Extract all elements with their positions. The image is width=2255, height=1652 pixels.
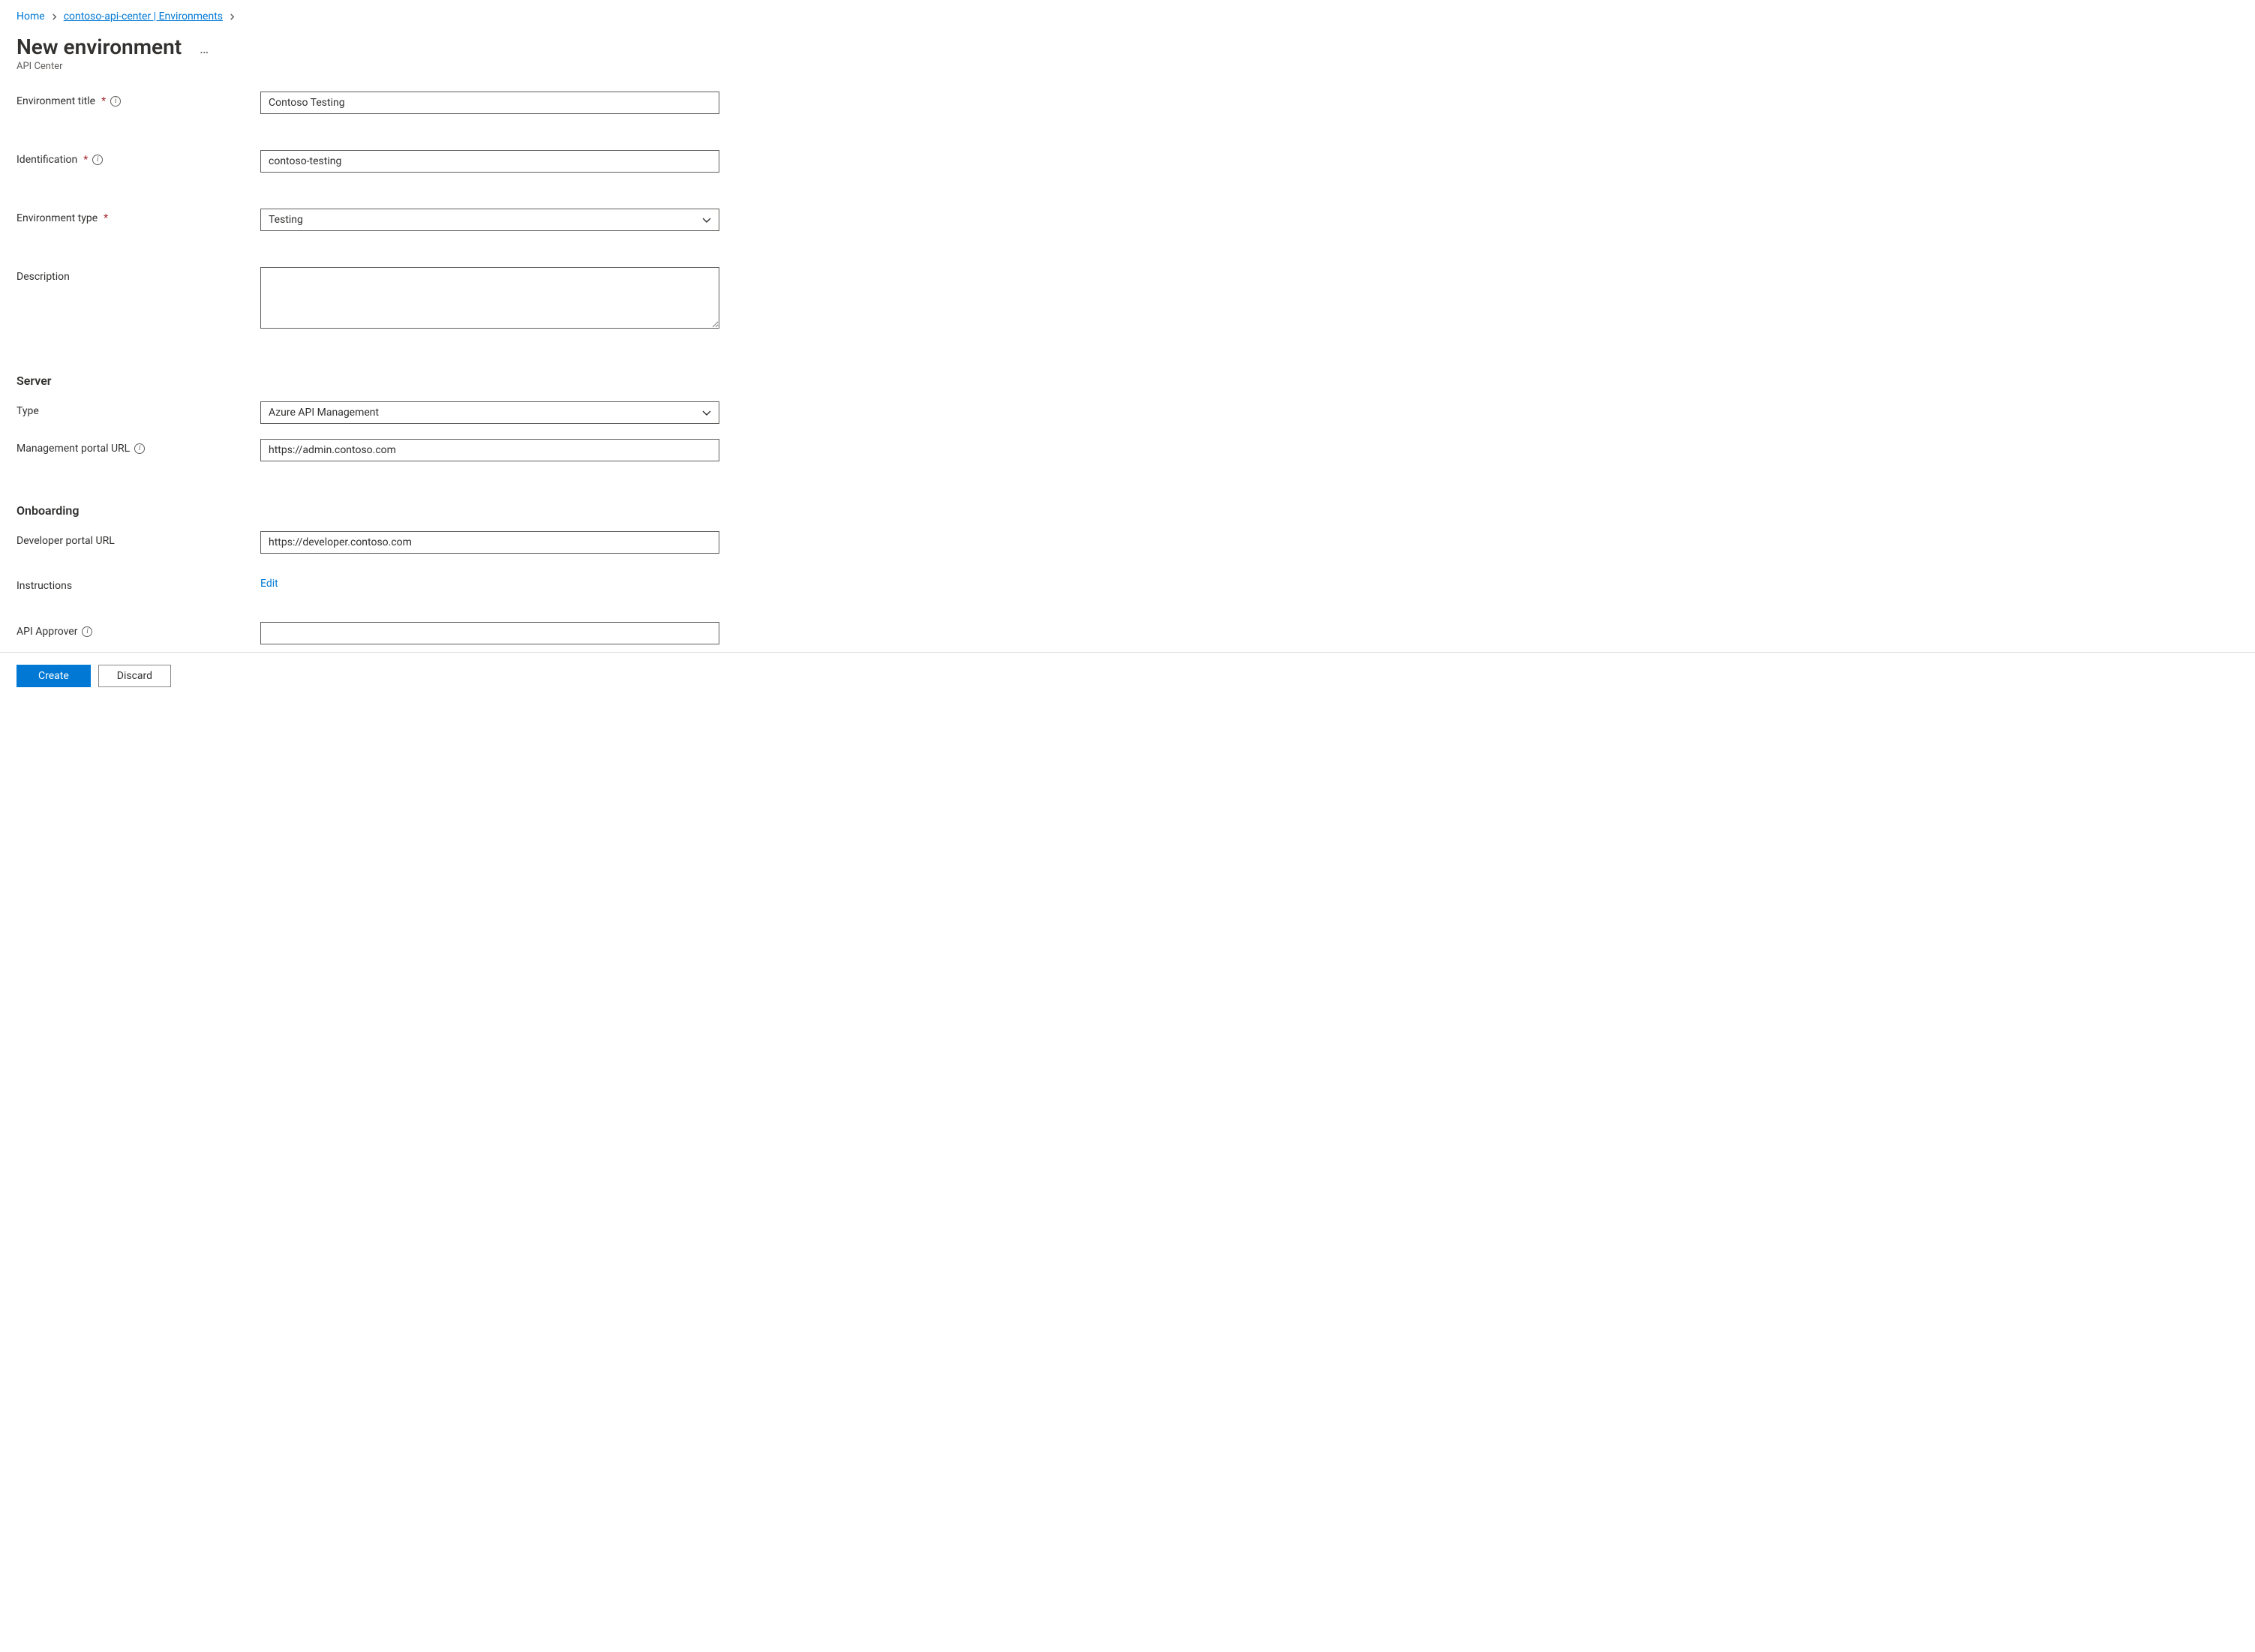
row-identification: Identification * i xyxy=(17,150,2238,173)
page-subtitle: API Center xyxy=(17,61,2238,72)
label-environment-type: Environment type * xyxy=(17,209,260,224)
identification-input[interactable] xyxy=(260,150,719,173)
label-developer-url: Developer portal URL xyxy=(17,531,260,547)
row-instructions: Instructions Edit xyxy=(17,576,2238,592)
server-type-select[interactable] xyxy=(260,401,719,424)
label-server-type: Type xyxy=(17,401,260,417)
more-actions-button[interactable]: … xyxy=(200,41,210,57)
row-developer-url: Developer portal URL xyxy=(17,531,2238,554)
environment-title-input[interactable] xyxy=(260,92,719,114)
label-environment-title: Environment title * i xyxy=(17,92,260,107)
info-icon[interactable]: i xyxy=(92,155,103,165)
required-indicator: * xyxy=(104,212,108,224)
developer-portal-url-input[interactable] xyxy=(260,531,719,554)
section-heading-server: Server xyxy=(17,374,2238,388)
discard-button[interactable]: Discard xyxy=(98,665,171,687)
required-indicator: * xyxy=(83,154,88,166)
breadcrumb-resource[interactable]: contoso-api-center | Environments xyxy=(64,9,223,24)
api-approver-input[interactable] xyxy=(260,622,719,644)
row-management-url: Management portal URL i xyxy=(17,439,2238,461)
row-environment-type: Environment type * xyxy=(17,209,2238,231)
footer-actions: Create Discard xyxy=(0,653,2255,696)
info-icon[interactable]: i xyxy=(110,96,121,107)
chevron-right-icon xyxy=(51,14,58,20)
description-textarea[interactable] xyxy=(260,267,719,329)
title-row: New environment … xyxy=(17,35,2238,59)
row-api-approver: API Approver i xyxy=(17,622,2238,644)
section-heading-onboarding: Onboarding xyxy=(17,503,2238,518)
label-management-url: Management portal URL i xyxy=(17,439,260,455)
page-content: Home contoso-api-center | Environments N… xyxy=(0,0,2255,644)
required-indicator: * xyxy=(101,95,106,107)
environment-type-value[interactable] xyxy=(260,209,719,231)
row-description: Description xyxy=(17,267,2238,332)
chevron-right-icon xyxy=(229,14,236,20)
label-api-approver: API Approver i xyxy=(17,622,260,638)
label-identification: Identification * i xyxy=(17,150,260,166)
row-server-type: Type xyxy=(17,401,2238,424)
page-title: New environment xyxy=(17,35,182,59)
label-instructions: Instructions xyxy=(17,576,260,592)
row-environment-title: Environment title * i xyxy=(17,92,2238,114)
label-description: Description xyxy=(17,267,260,283)
server-type-value[interactable] xyxy=(260,401,719,424)
create-button[interactable]: Create xyxy=(17,665,91,687)
info-icon[interactable]: i xyxy=(82,626,92,637)
environment-type-select[interactable] xyxy=(260,209,719,231)
breadcrumb-home[interactable]: Home xyxy=(17,9,45,24)
breadcrumb: Home contoso-api-center | Environments xyxy=(17,9,2238,24)
management-portal-url-input[interactable] xyxy=(260,439,719,461)
info-icon[interactable]: i xyxy=(134,443,145,454)
edit-instructions-link[interactable]: Edit xyxy=(260,576,278,590)
